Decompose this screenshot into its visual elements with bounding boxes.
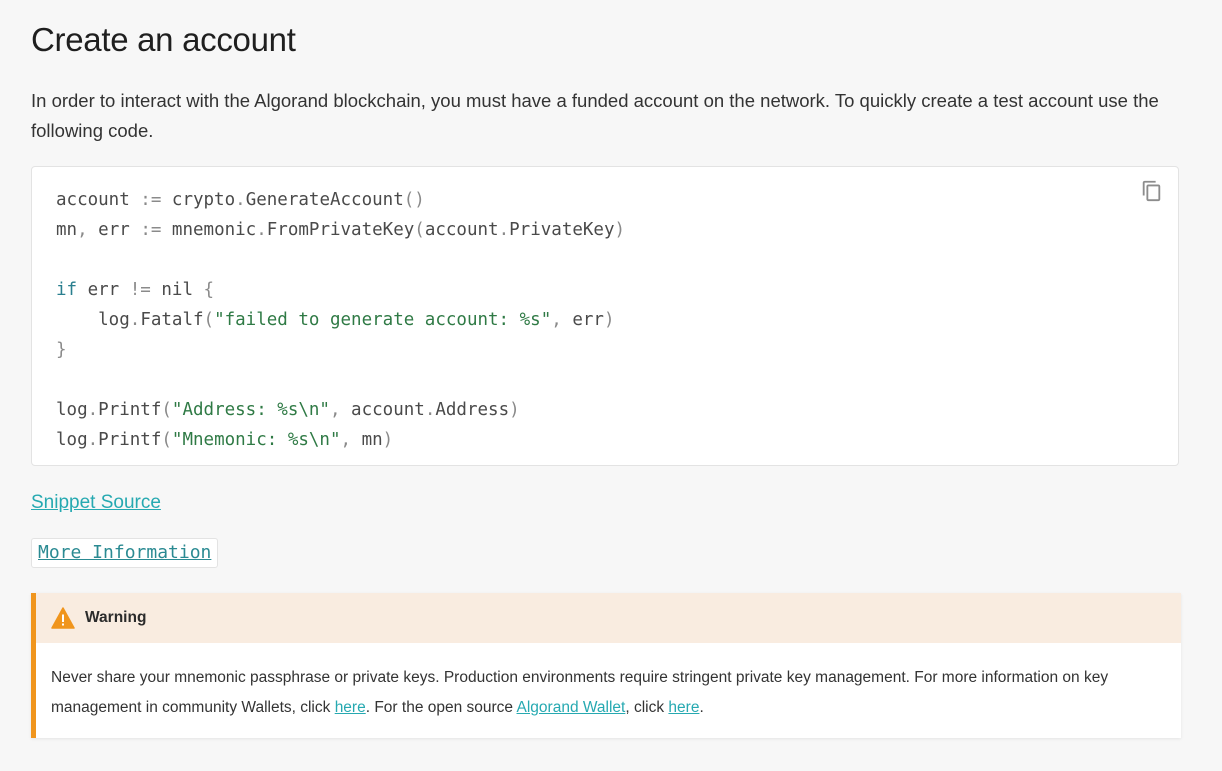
code-line: log.Printf("Address: %s\n", account.Addr… xyxy=(56,400,520,420)
warning-title: Warning xyxy=(85,609,147,626)
page-title: Create an account xyxy=(31,21,296,58)
algorand-wallet-link[interactable]: Algorand Wallet xyxy=(517,699,626,716)
copy-icon xyxy=(1142,180,1161,202)
warning-triangle-icon xyxy=(51,607,75,629)
code-text: account := crypto.GenerateAccount() mn, … xyxy=(32,167,1178,455)
warning-header: Warning xyxy=(36,593,1181,643)
community-wallets-link[interactable]: here xyxy=(335,699,366,716)
intro-paragraph: In order to interact with the Algorand b… xyxy=(31,90,1159,141)
code-line: mn, err := mnemonic.FromPrivateKey(accou… xyxy=(56,220,626,240)
code-line: account := crypto.GenerateAccount() xyxy=(56,190,425,210)
more-information-link[interactable]: More Information xyxy=(38,542,211,563)
code-line: log.Fatalf("failed to generate account: … xyxy=(56,310,615,330)
snippet-source-row: Snippet Source xyxy=(31,488,1181,518)
copy-button[interactable] xyxy=(1140,179,1164,203)
algorand-wallet-here-link[interactable]: here xyxy=(668,699,699,716)
warning-body: Never share your mnemonic passphrase or … xyxy=(51,669,1109,716)
snippet-source-link[interactable]: Snippet Source xyxy=(31,492,161,513)
warning-callout: Warning Never share your mnemonic passph… xyxy=(31,593,1181,738)
more-information-box: More Information xyxy=(31,538,219,568)
code-line: if err != nil { xyxy=(56,280,215,300)
code-block: account := crypto.GenerateAccount() mn, … xyxy=(31,166,1179,466)
main-content: Create an account In order to interact w… xyxy=(31,0,1181,738)
code-line: } xyxy=(56,340,67,360)
code-line: log.Printf("Mnemonic: %s\n", mn) xyxy=(56,430,394,450)
